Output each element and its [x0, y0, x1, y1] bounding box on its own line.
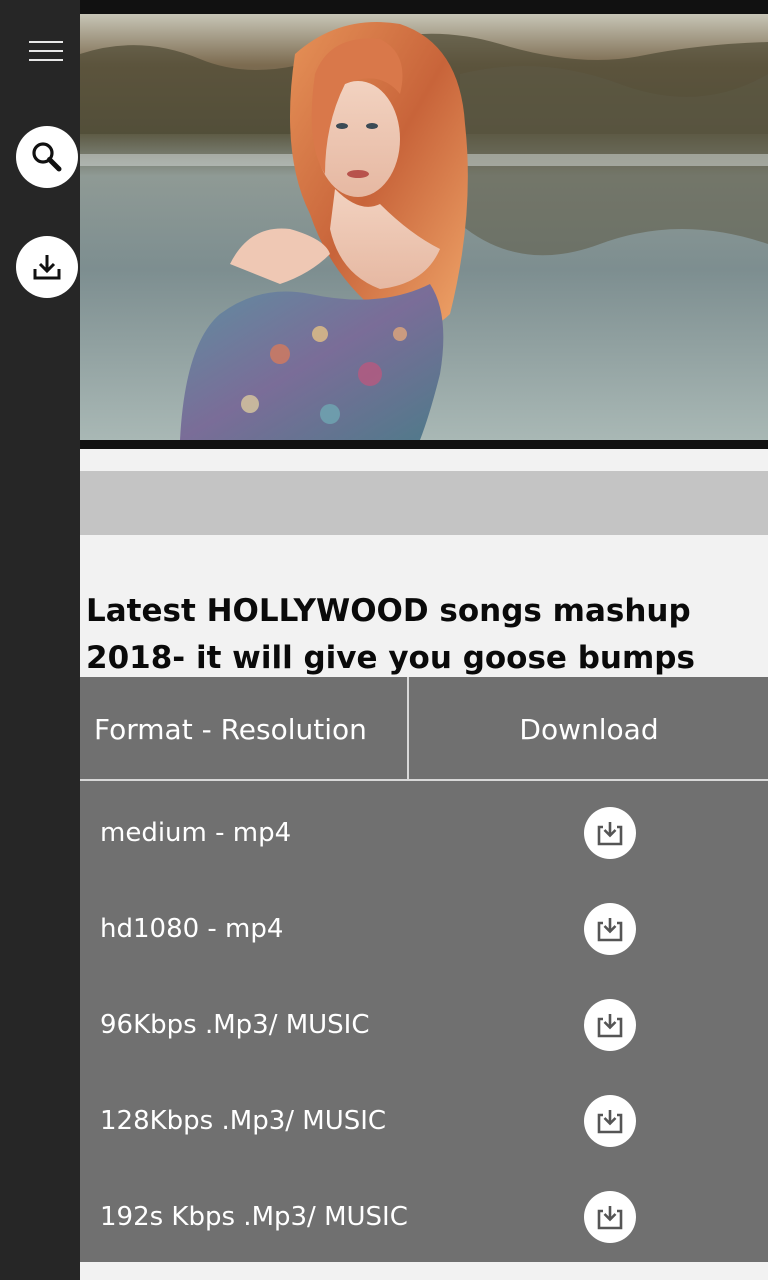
- download-icon: [597, 1014, 623, 1038]
- search-icon: [32, 142, 62, 172]
- hamburger-menu-icon[interactable]: [29, 39, 65, 63]
- video-top-bar: [80, 0, 768, 14]
- table-row: 128Kbps .Mp3/ MUSIC: [80, 1073, 768, 1169]
- thumbnail-image: [80, 14, 768, 440]
- download-button[interactable]: [584, 903, 636, 955]
- header-download: Download: [519, 712, 659, 746]
- table-row: 96Kbps .Mp3/ MUSIC: [80, 977, 768, 1073]
- format-label: medium - mp4: [100, 818, 292, 848]
- header-format-resolution: Format - Resolution: [94, 712, 367, 746]
- download-button[interactable]: [584, 999, 636, 1051]
- download-button[interactable]: [584, 807, 636, 859]
- download-icon: [597, 1110, 623, 1134]
- side-rail: [0, 0, 80, 1280]
- app-root: Latest HOLLYWOOD songs mashup 2018- it w…: [0, 0, 768, 1280]
- table-row: hd1080 - mp4: [80, 881, 768, 977]
- header-divider: [407, 677, 409, 781]
- download-button[interactable]: [584, 1095, 636, 1147]
- download-icon: [33, 255, 61, 280]
- format-table: Format - Resolution Download medium - mp…: [80, 677, 768, 1262]
- download-button[interactable]: [584, 1191, 636, 1243]
- search-button[interactable]: [16, 126, 78, 188]
- table-header: Format - Resolution Download: [80, 677, 768, 781]
- format-label: 192s Kbps .Mp3/ MUSIC: [100, 1202, 408, 1232]
- download-icon: [597, 918, 623, 942]
- table-row: 192s Kbps .Mp3/ MUSIC: [80, 1169, 768, 1265]
- download-icon: [597, 1206, 623, 1230]
- video-bottom-bar: [80, 440, 768, 449]
- format-label: hd1080 - mp4: [100, 914, 284, 944]
- download-icon: [597, 822, 623, 846]
- video-thumbnail[interactable]: [80, 14, 768, 440]
- table-row: medium - mp4: [80, 785, 768, 881]
- format-label: 96Kbps .Mp3/ MUSIC: [100, 1010, 370, 1040]
- format-label: 128Kbps .Mp3/ MUSIC: [100, 1106, 387, 1136]
- ad-banner-placeholder: [80, 471, 768, 535]
- video-title: Latest HOLLYWOOD songs mashup 2018- it w…: [86, 593, 695, 676]
- downloads-button[interactable]: [16, 236, 78, 298]
